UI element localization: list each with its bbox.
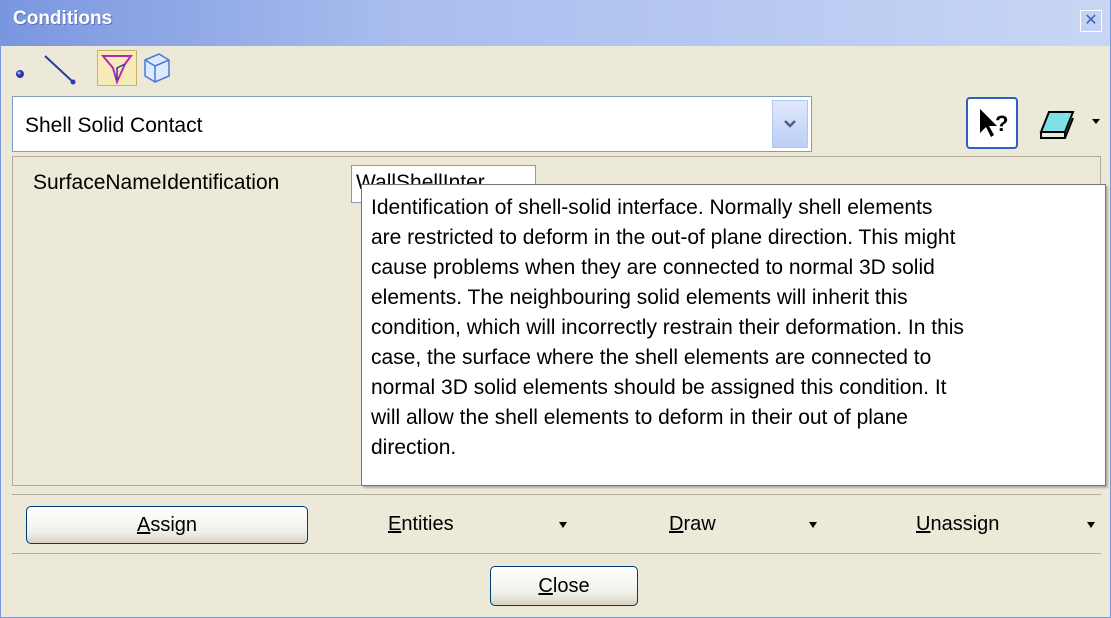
- surface-name-label: SurfaceNameIdentification: [33, 171, 280, 194]
- assign-mnemonic: A: [136, 514, 151, 536]
- title-bar[interactable]: Conditions ✕: [1, 0, 1110, 46]
- unassign-menu-button[interactable]: Unassign: [916, 513, 999, 536]
- book-icon[interactable]: [1035, 104, 1079, 144]
- help-tooltip: Identification of shell-solid interface.…: [361, 184, 1106, 486]
- draw-label: raw: [683, 513, 716, 535]
- unassign-label: nassign: [930, 513, 1000, 535]
- volume-icon[interactable]: [137, 50, 173, 86]
- assign-button[interactable]: Assign: [26, 506, 308, 544]
- condition-select-value: Shell Solid Contact: [25, 114, 203, 137]
- surface-icon[interactable]: [99, 50, 135, 86]
- draw-mnemonic: D: [669, 513, 684, 535]
- condition-select[interactable]: Shell Solid Contact: [12, 96, 812, 152]
- close-mnemonic: C: [538, 575, 553, 597]
- line-icon[interactable]: [41, 50, 77, 86]
- point-icon[interactable]: [3, 50, 39, 86]
- svg-text:?: ?: [995, 111, 1008, 136]
- entities-mnemonic: E: [388, 513, 402, 535]
- unassign-dropdown-icon[interactable]: [1086, 521, 1096, 529]
- close-label: lose: [552, 575, 590, 597]
- assign-label: ssign: [150, 514, 198, 536]
- entities-dropdown-icon[interactable]: [558, 521, 568, 529]
- context-help-button[interactable]: ?: [966, 97, 1018, 149]
- chevron-down-icon: [784, 120, 796, 128]
- caret-down-icon[interactable]: [1090, 116, 1102, 126]
- draw-menu-button[interactable]: Draw: [669, 513, 716, 536]
- draw-dropdown-icon[interactable]: [808, 521, 818, 529]
- help-pointer-icon: ?: [980, 109, 1008, 137]
- action-bar: Assign Entities Draw Unassign: [12, 494, 1101, 554]
- dropdown-arrow-icon[interactable]: [772, 100, 808, 148]
- close-window-icon[interactable]: ✕: [1080, 10, 1102, 32]
- close-button[interactable]: Close: [490, 566, 638, 606]
- window-title: Conditions: [13, 8, 113, 29]
- entities-menu-button[interactable]: Entities: [388, 513, 454, 536]
- conditions-window: Conditions ✕ Shell Solid Contact ? Surfa…: [0, 0, 1111, 618]
- entity-type-toolbar: [1, 48, 1110, 88]
- unassign-mnemonic: U: [916, 513, 931, 535]
- entities-label: ntities: [401, 513, 454, 535]
